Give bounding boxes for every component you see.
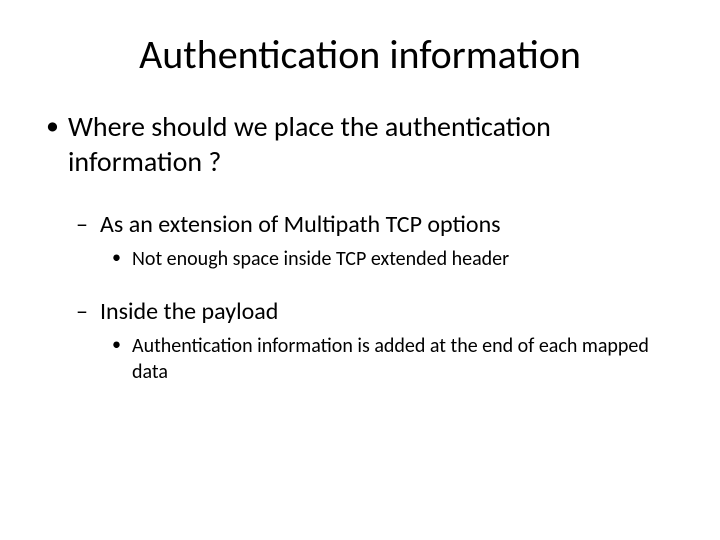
sub-list: As an extension of Multipath TCP options: [40, 209, 680, 240]
option-1-text: As an extension of Multipath TCP options: [100, 210, 501, 239]
list-item: Inside the payload: [40, 296, 680, 327]
option-1-detail: Not enough space inside TCP extended hea…: [132, 247, 509, 271]
slide-title: Authentication information: [40, 30, 680, 79]
option-2-text: Inside the payload: [100, 297, 278, 326]
list-item: As an extension of Multipath TCP options: [40, 209, 680, 240]
list-item: Not enough space inside TCP extended hea…: [40, 246, 680, 272]
list-item: Where should we place the authentication…: [40, 109, 680, 179]
bullet-list: Where should we place the authentication…: [40, 109, 680, 179]
slide: Authentication information Where should …: [0, 0, 720, 540]
list-item: Authentication information is added at t…: [40, 333, 680, 385]
option-2-detail: Authentication information is added at t…: [132, 334, 649, 384]
sub-list: Inside the payload: [40, 296, 680, 327]
question-text: Where should we place the authentication…: [68, 109, 551, 179]
sub-sub-list: Not enough space inside TCP extended hea…: [40, 246, 680, 272]
sub-sub-list: Authentication information is added at t…: [40, 333, 680, 385]
